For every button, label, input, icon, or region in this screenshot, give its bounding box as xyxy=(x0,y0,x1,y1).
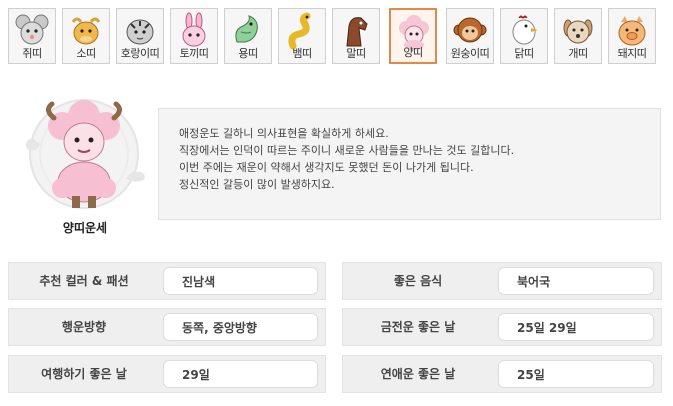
tab-snake[interactable]: 뱀띠 xyxy=(278,8,326,64)
info-row-color: 추천 컬러 & 패션 진남색 xyxy=(8,262,326,300)
tab-sheep[interactable]: 양띠 xyxy=(389,8,437,64)
tab-label: 소띠 xyxy=(76,47,96,60)
fortune-line: 이번 주에는 재운이 약해서 생각지도 못했던 돈이 나가게 됩니다. xyxy=(179,161,474,174)
tab-label: 양띠 xyxy=(403,46,423,59)
info-row-love-day: 연애운 좋은 날 25일 xyxy=(342,355,662,393)
tab-pig[interactable]: 돼지띠 xyxy=(608,8,656,64)
tab-dog[interactable]: 개띠 xyxy=(554,8,602,64)
sheep-character-icon xyxy=(25,99,145,209)
tab-label: 개띠 xyxy=(568,47,588,60)
info-value: 25일 xyxy=(498,360,654,388)
info-value: 29일 xyxy=(163,360,318,388)
tab-label: 말띠 xyxy=(346,47,366,60)
tab-horse[interactable]: 말띠 xyxy=(332,8,380,64)
fortune-line: 직장에서는 인덕이 따르는 주이니 새로운 사람들을 만나는 것도 길합니다. xyxy=(179,144,515,157)
zodiac-tab-bar: 쥐띠 소띠 호랑이띠 토끼띠 용띠 뱀띠 말띠 양띠 원숭이띠 닭띠 개띠 돼지… xyxy=(8,8,658,66)
tab-monkey[interactable]: 원숭이띠 xyxy=(446,8,494,64)
info-label: 좋은 음식 xyxy=(393,274,443,288)
tab-label: 원숭이띠 xyxy=(450,47,490,60)
tab-rabbit[interactable]: 토끼띠 xyxy=(170,8,218,64)
tab-label: 닭띠 xyxy=(514,47,534,60)
info-value: 진남색 xyxy=(163,267,318,295)
fortune-text: 애정운도 길하니 의사표현을 확실하게 하세요. 직장에서는 인덕이 따르는 주… xyxy=(179,125,514,193)
info-row-money-day: 금전운 좋은 날 25일 29일 xyxy=(342,308,662,346)
tab-label: 뱀띠 xyxy=(292,47,312,60)
info-row-food: 좋은 음식 북어국 xyxy=(342,262,662,300)
tab-label: 토끼띠 xyxy=(179,47,209,60)
info-label: 연애운 좋은 날 xyxy=(380,367,456,381)
tab-ox[interactable]: 소띠 xyxy=(62,8,110,64)
info-label: 여행하기 좋은 날 xyxy=(41,367,127,381)
info-label: 추천 컬러 & 패션 xyxy=(39,274,129,288)
tab-dragon[interactable]: 용띠 xyxy=(224,8,272,64)
info-value: 북어국 xyxy=(498,267,654,295)
info-label: 행운방향 xyxy=(61,320,107,334)
info-row-direction: 행운방향 동쪽, 중앙방향 xyxy=(8,308,326,346)
tab-label: 호랑이띠 xyxy=(120,47,160,60)
info-value: 동쪽, 중앙방향 xyxy=(163,313,318,341)
tab-tiger[interactable]: 호랑이띠 xyxy=(116,8,164,64)
tab-label: 용띠 xyxy=(238,47,258,60)
fortune-panel: 애정운도 길하니 의사표현을 확실하게 하세요. 직장에서는 인덕이 따르는 주… xyxy=(158,108,661,220)
info-label: 금전운 좋은 날 xyxy=(380,320,456,334)
tab-rat[interactable]: 쥐띠 xyxy=(8,8,56,64)
info-value: 25일 29일 xyxy=(498,313,654,341)
tab-label: 돼지띠 xyxy=(617,47,647,60)
fortune-line: 애정운도 길하니 의사표현을 확실하게 하세요. xyxy=(179,127,389,140)
tab-label: 쥐띠 xyxy=(22,47,42,60)
tab-rooster[interactable]: 닭띠 xyxy=(500,8,548,64)
info-row-travel-day: 여행하기 좋은 날 29일 xyxy=(8,355,326,393)
hero-title: 양띠운세 xyxy=(62,221,108,235)
fortune-line: 정신적인 갈등이 많이 발생하지요. xyxy=(179,178,335,191)
